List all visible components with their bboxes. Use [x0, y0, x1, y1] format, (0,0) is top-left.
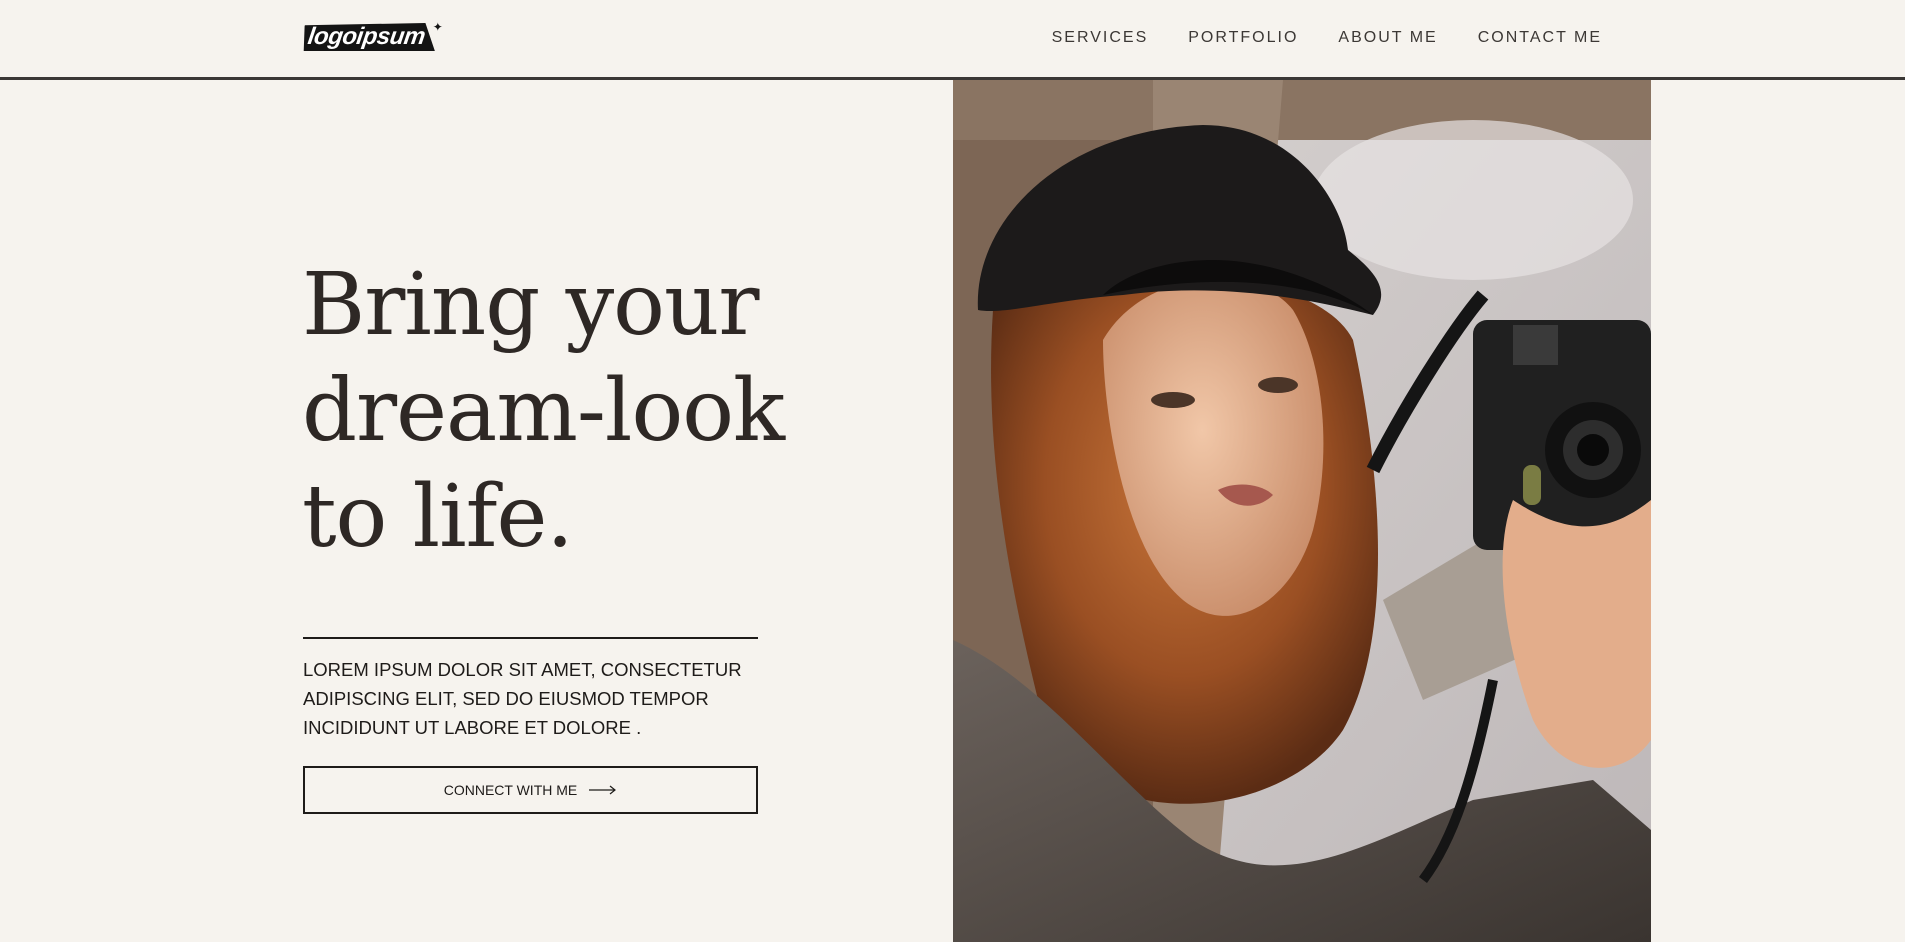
hero-blurb-line: ADIPISCING ELIT, SED DO EIUSMOD TEMPOR	[303, 688, 709, 709]
hero-blurb: LOREM IPSUM DOLOR SIT AMET, CONSECTETUR …	[303, 655, 773, 742]
hero-title-line: to life.	[302, 467, 574, 567]
nav-contact-me[interactable]: CONTACT ME	[1478, 29, 1602, 47]
nav-portfolio[interactable]: PORTFOLIO	[1188, 29, 1298, 47]
hero-title-line: dream-look	[302, 361, 785, 461]
logo-wordmark: logoipsum	[301, 23, 439, 51]
connect-button-label: CONNECT WITH ME	[443, 782, 578, 798]
hero-blurb-line: LOREM IPSUM DOLOR SIT AMET, CONSECTETUR	[303, 659, 742, 680]
woman-with-camera-image	[953, 80, 1651, 942]
connect-with-me-button[interactable]: CONNECT WITH ME	[303, 766, 758, 814]
logo[interactable]: logoipsum ✦	[301, 20, 443, 52]
nav-about-me[interactable]: ABOUT ME	[1338, 29, 1437, 47]
site-header: logoipsum ✦ SERVICES PORTFOLIO ABOUT ME …	[0, 0, 1905, 80]
logo-star-icon: ✦	[432, 20, 443, 34]
hero-photo	[953, 80, 1651, 942]
nav-services[interactable]: SERVICES	[1052, 29, 1149, 47]
hero-title: Bring your dream-look to life.	[302, 252, 785, 570]
hero-divider	[303, 637, 758, 639]
hero-blurb-line: INCIDIDUNT UT LABORE ET DOLORE .	[303, 717, 642, 738]
hero-title-line: Bring your	[302, 255, 759, 355]
main-nav: SERVICES PORTFOLIO ABOUT ME CONTACT ME	[1052, 29, 1602, 47]
arrow-right-icon	[589, 785, 617, 795]
